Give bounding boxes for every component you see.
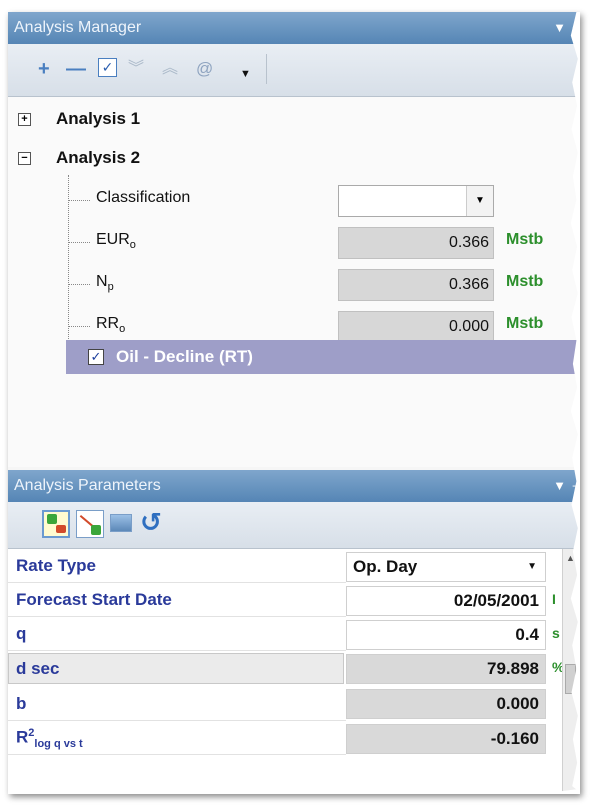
- tree-connector: [68, 200, 90, 201]
- toolbar-separator: [266, 54, 267, 84]
- minus-icon[interactable]: —: [66, 59, 86, 79]
- np-value: 0.366: [338, 269, 494, 301]
- tree-node-oil-decline[interactable]: ✓ Oil - Decline (RT): [66, 340, 580, 374]
- analysis-parameters-header: Analysis Parameters ▼ ┐: [8, 470, 580, 502]
- row-divider: [8, 754, 346, 755]
- row-divider: [8, 720, 346, 721]
- collapse-icon[interactable]: −: [18, 152, 31, 165]
- analysis-manager-header: Analysis Manager ▼ ┐: [8, 12, 580, 44]
- tree-connector: [68, 242, 90, 243]
- property-label-np: Np: [96, 273, 114, 294]
- analysis-tree: + Analysis 1 − Analysis 2 Classification…: [8, 97, 580, 467]
- row-divider: [8, 616, 346, 617]
- tree-node-analysis-2[interactable]: Analysis 2: [56, 148, 140, 168]
- panel-menu-icon[interactable]: ▼: [553, 470, 566, 502]
- parameters-grid: Rate Type Op. Day ▼ Forecast Start Date …: [8, 549, 580, 794]
- dropdown-arrow-icon[interactable]: ▼: [240, 64, 251, 84]
- np-unit: Mstb: [506, 273, 544, 290]
- unit-fragment: I: [552, 591, 556, 607]
- tree-node-analysis-1[interactable]: Analysis 1: [56, 109, 140, 129]
- check-icon[interactable]: ✓: [98, 58, 117, 77]
- q-input[interactable]: 0.4: [346, 620, 546, 650]
- property-label-eur: EURo: [96, 231, 136, 252]
- analysis-manager-title: Analysis Manager: [14, 19, 142, 36]
- panel-menu-icon[interactable]: ▼: [553, 12, 566, 44]
- check-icon[interactable]: ✓: [88, 349, 104, 365]
- property-label-rr: RRo: [96, 315, 126, 336]
- rr-value: 0.000: [338, 311, 494, 343]
- chevron-down-icon[interactable]: ▼: [466, 186, 493, 216]
- forecast-start-date-input[interactable]: 02/05/2001: [346, 586, 546, 616]
- rate-type-dropdown[interactable]: Op. Day ▼: [346, 552, 546, 582]
- b-value: 0.000: [346, 689, 546, 719]
- row-divider: [8, 582, 346, 583]
- at-icon[interactable]: @: [196, 59, 213, 79]
- eur-unit: Mstb: [506, 231, 544, 248]
- param-label-d-sec: d sec: [16, 659, 60, 678]
- collapse-all-icon[interactable]: ︽: [162, 59, 178, 79]
- oil-decline-label: Oil - Decline (RT): [116, 347, 253, 366]
- analysis-parameters-toolbar: ↺: [8, 502, 580, 549]
- add-segment-icon[interactable]: [42, 510, 70, 538]
- param-label-q: q: [16, 624, 27, 643]
- chevron-down-icon[interactable]: ▼: [527, 553, 537, 581]
- expand-icon[interactable]: +: [18, 113, 31, 126]
- image-icon[interactable]: [110, 514, 132, 532]
- param-label-b: b: [16, 694, 27, 713]
- eur-value: 0.366: [338, 227, 494, 259]
- tree-connector: [68, 326, 90, 327]
- row-divider: [8, 650, 346, 651]
- param-label-rate-type: Rate Type: [16, 556, 96, 575]
- param-label-r2: R2log q vs t: [16, 727, 83, 751]
- rr-unit: Mstb: [506, 315, 544, 332]
- analysis-parameters-title: Analysis Parameters: [14, 477, 161, 494]
- classification-dropdown[interactable]: ▼: [338, 185, 494, 217]
- tree-connector: [68, 284, 90, 285]
- r2-value: -0.160: [346, 724, 546, 754]
- plus-icon[interactable]: +: [38, 59, 50, 79]
- rate-type-value: Op. Day: [353, 557, 418, 576]
- analysis-window: Analysis Manager ▼ ┐ + — ✓ ︾ ︽ @ ▼ + Ana…: [8, 12, 580, 794]
- line-segment-icon[interactable]: [76, 510, 104, 538]
- expand-all-icon[interactable]: ︾: [128, 59, 144, 79]
- param-label-forecast-start-date: Forecast Start Date: [16, 590, 172, 609]
- analysis-manager-toolbar: + — ✓ ︾ ︽ @ ▼: [8, 44, 580, 97]
- d-sec-value: 79.898: [346, 654, 546, 684]
- unit-fragment: s: [552, 625, 560, 641]
- refresh-icon[interactable]: ↺: [140, 508, 168, 536]
- property-label-classification: Classification: [96, 189, 191, 206]
